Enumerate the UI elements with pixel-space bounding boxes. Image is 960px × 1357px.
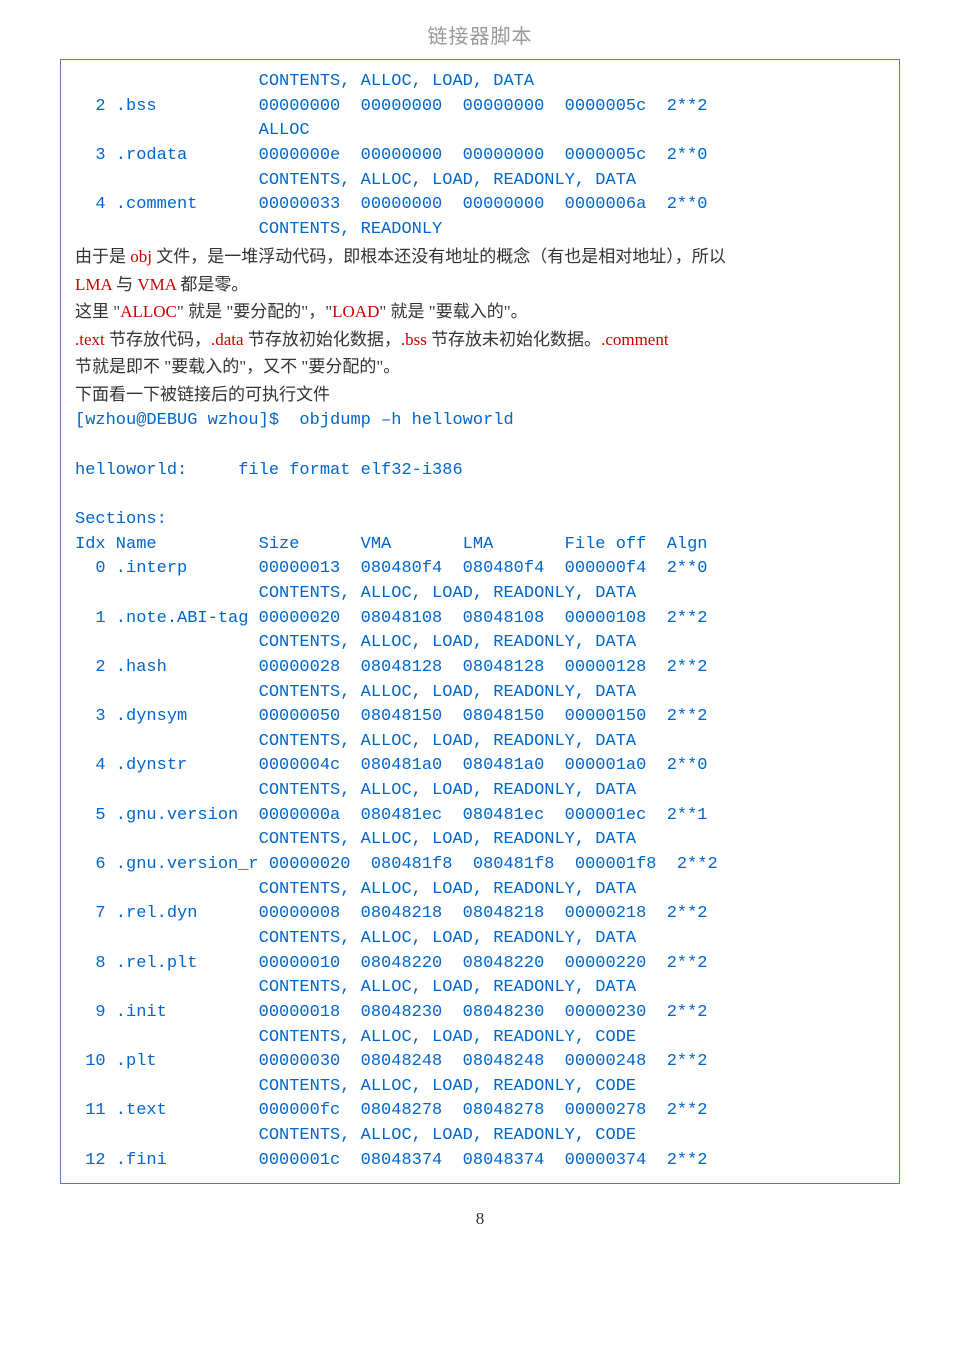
page-number: 8: [60, 1209, 900, 1229]
code-line: 1 .note.ABI-tag 00000020 08048108 080481…: [75, 607, 885, 632]
text-span: 文件，是一堆浮动代码，即根本还没有地址的概念（有也是相对地址），所以: [152, 247, 726, 266]
code-line: CONTENTS, ALLOC, LOAD, READONLY, DATA: [75, 631, 885, 656]
text-span: 节存放未初始化数据。: [427, 330, 601, 349]
prose-line: 由于是 obj 文件，是一堆浮动代码，即根本还没有地址的概念（有也是相对地址），…: [75, 244, 885, 270]
code-line: 4 .comment 00000033 00000000 00000000 00…: [75, 193, 885, 218]
code-line: CONTENTS, ALLOC, LOAD, READONLY, DATA: [75, 582, 885, 607]
code-line: 11 .text 000000fc 08048278 08048278 0000…: [75, 1099, 885, 1124]
code-line: CONTENTS, ALLOC, LOAD, READONLY, CODE: [75, 1026, 885, 1051]
content-box: CONTENTS, ALLOC, LOAD, DATA 2 .bss 00000…: [60, 59, 900, 1184]
page-container: 链接器脚本 CONTENTS, ALLOC, LOAD, DATA 2 .bss…: [0, 0, 960, 1269]
prose-line: .text 节存放代码，.data 节存放初始化数据，.bss 节存放未初始化数…: [75, 327, 885, 353]
code-line: CONTENTS, ALLOC, LOAD, READONLY, DATA: [75, 878, 885, 903]
code-line: helloworld: file format elf32-i386: [75, 459, 885, 484]
code-line: Sections:: [75, 508, 885, 533]
code-line: CONTENTS, ALLOC, LOAD, READONLY, DATA: [75, 976, 885, 1001]
code-line: 0 .interp 00000013 080480f4 080480f4 000…: [75, 557, 885, 582]
code-line: 8 .rel.plt 00000010 08048220 08048220 00…: [75, 952, 885, 977]
keyword: .text: [75, 330, 105, 349]
keyword: ALLOC: [120, 302, 177, 321]
code-line: 6 .gnu.version_r 00000020 080481f8 08048…: [75, 853, 885, 878]
code-line: CONTENTS, READONLY: [75, 218, 885, 243]
text-span: 节就是即不 "要载入的"，又不 "要分配的"。: [75, 357, 400, 376]
keyword: obj: [130, 247, 152, 266]
code-line: CONTENTS, ALLOC, LOAD, READONLY, DATA: [75, 828, 885, 853]
code-line: 2 .bss 00000000 00000000 00000000 000000…: [75, 95, 885, 120]
prose-line: 节就是即不 "要载入的"，又不 "要分配的"。: [75, 354, 885, 380]
code-line: CONTENTS, ALLOC, LOAD, READONLY, DATA: [75, 730, 885, 755]
document-header: 链接器脚本: [60, 20, 900, 49]
text-span: 下面看一下被链接后的可执行文件: [75, 385, 330, 404]
text-span: 都是零。: [176, 275, 248, 294]
code-line: 5 .gnu.version 0000000a 080481ec 080481e…: [75, 804, 885, 829]
code-line: 9 .init 00000018 08048230 08048230 00000…: [75, 1001, 885, 1026]
text-span: 节存放初始化数据，: [244, 330, 401, 349]
code-line: CONTENTS, ALLOC, LOAD, READONLY, DATA: [75, 681, 885, 706]
code-line: CONTENTS, ALLOC, LOAD, DATA: [75, 70, 885, 95]
code-line: 3 .dynsym 00000050 08048150 08048150 000…: [75, 705, 885, 730]
code-line: 3 .rodata 0000000e 00000000 00000000 000…: [75, 144, 885, 169]
text-span: 由于是: [75, 247, 130, 266]
code-line: CONTENTS, ALLOC, LOAD, READONLY, DATA: [75, 779, 885, 804]
code-line: 10 .plt 00000030 08048248 08048248 00000…: [75, 1050, 885, 1075]
prose-line: 下面看一下被链接后的可执行文件: [75, 382, 885, 408]
text-span: 节存放代码，: [105, 330, 211, 349]
code-line: CONTENTS, ALLOC, LOAD, READONLY, CODE: [75, 1124, 885, 1149]
code-line: CONTENTS, ALLOC, LOAD, READONLY, DATA: [75, 169, 885, 194]
code-line: CONTENTS, ALLOC, LOAD, READONLY, CODE: [75, 1075, 885, 1100]
code-line: [wzhou@DEBUG wzhou]$ objdump –h hellowor…: [75, 409, 885, 434]
code-line: CONTENTS, ALLOC, LOAD, READONLY, DATA: [75, 927, 885, 952]
keyword: LMA: [75, 275, 112, 294]
code-line: 2 .hash 00000028 08048128 08048128 00000…: [75, 656, 885, 681]
text-span: " 就是 "要分配的"，": [177, 302, 332, 321]
text-span: 与: [112, 275, 138, 294]
code-line: [75, 434, 885, 459]
prose-line: LMA 与 VMA 都是零。: [75, 272, 885, 298]
keyword: .bss: [401, 330, 427, 349]
code-line: Idx Name Size VMA LMA File off Algn: [75, 533, 885, 558]
code-line: ALLOC: [75, 119, 885, 144]
code-line: 12 .fini 0000001c 08048374 08048374 0000…: [75, 1149, 885, 1174]
prose-line: 这里 "ALLOC" 就是 "要分配的"，"LOAD" 就是 "要载入的"。: [75, 299, 885, 325]
keyword: .comment: [601, 330, 669, 349]
text-span: 这里 ": [75, 302, 120, 321]
text-span: " 就是 "要载入的"。: [379, 302, 527, 321]
code-line: 4 .dynstr 0000004c 080481a0 080481a0 000…: [75, 754, 885, 779]
keyword: LOAD: [332, 302, 379, 321]
keyword: .data: [211, 330, 244, 349]
keyword: VMA: [137, 275, 176, 294]
code-line: 7 .rel.dyn 00000008 08048218 08048218 00…: [75, 902, 885, 927]
code-line: [75, 483, 885, 508]
